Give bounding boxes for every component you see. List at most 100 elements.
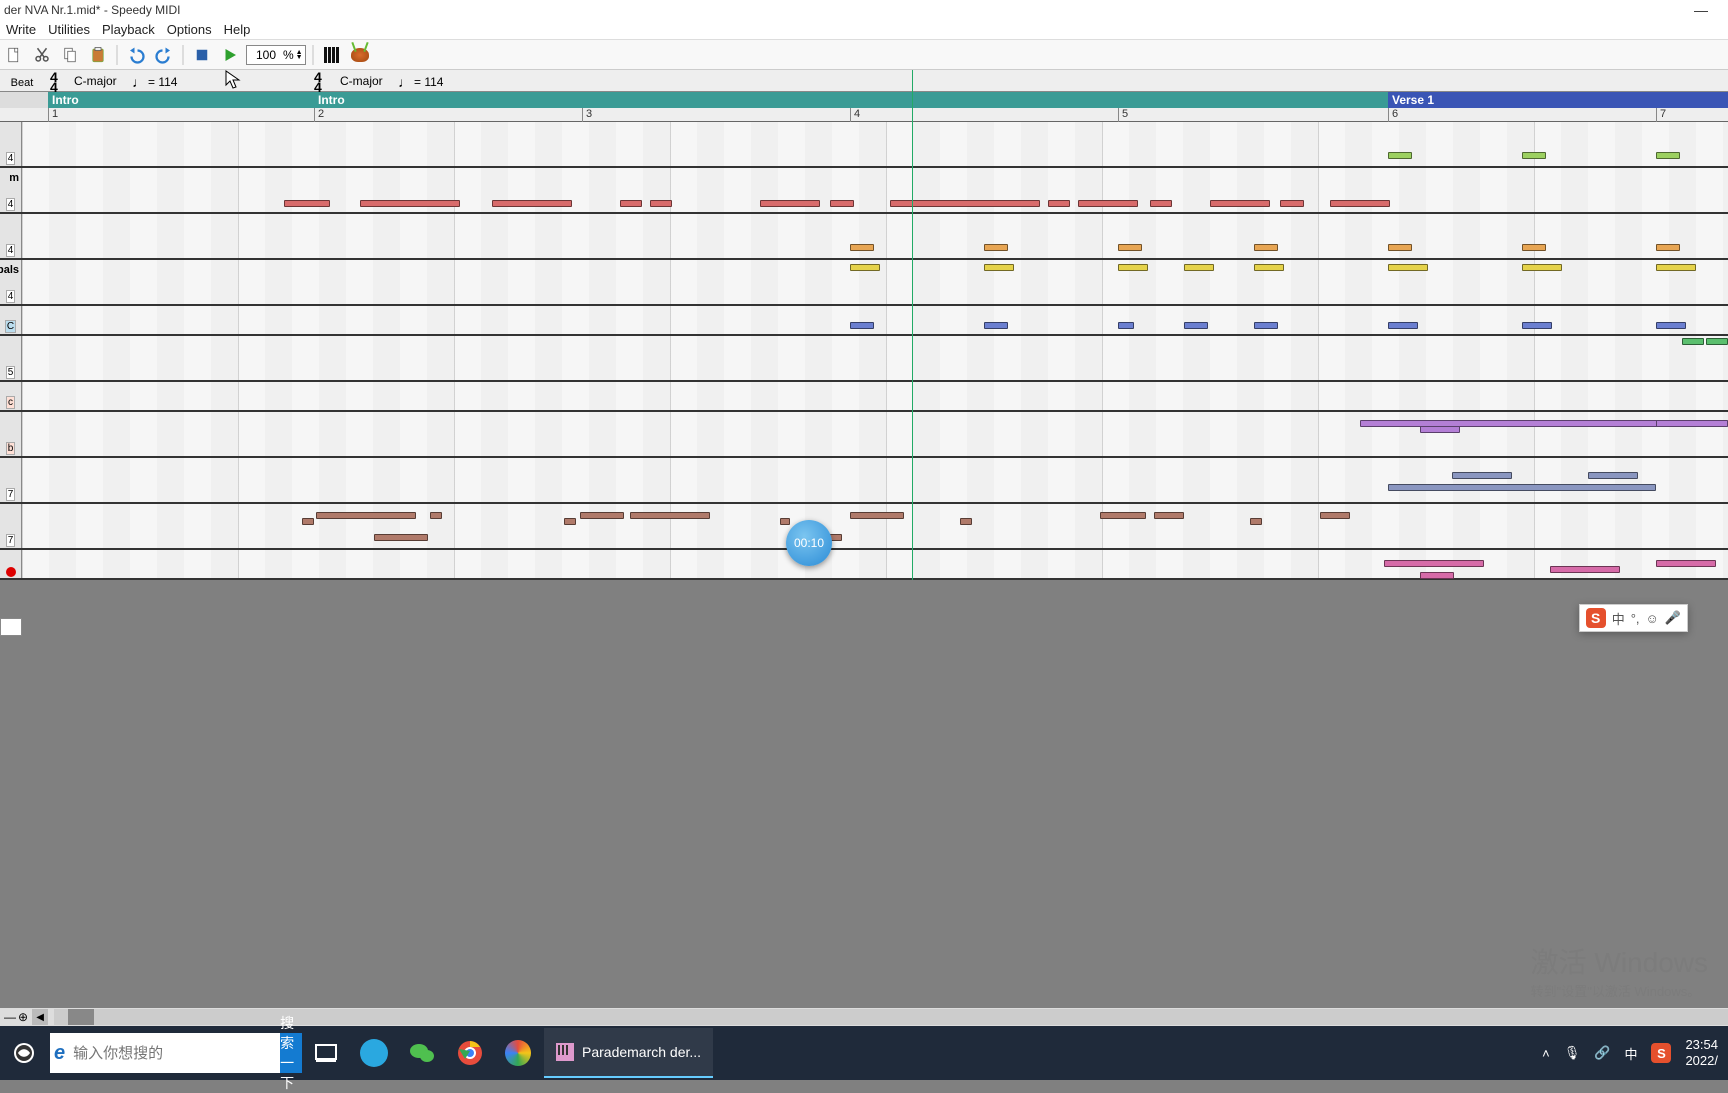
playhead[interactable] bbox=[912, 70, 913, 580]
midi-note[interactable] bbox=[1588, 472, 1638, 479]
midi-note[interactable] bbox=[850, 244, 874, 251]
track-body[interactable] bbox=[22, 122, 1728, 166]
midi-note[interactable] bbox=[1522, 322, 1552, 329]
midi-note[interactable] bbox=[1210, 200, 1270, 207]
track-body[interactable] bbox=[22, 214, 1728, 258]
time-signature[interactable]: 44 bbox=[314, 72, 322, 92]
midi-note[interactable] bbox=[1452, 472, 1512, 479]
key-signature[interactable]: C-major bbox=[340, 74, 383, 88]
track-body[interactable] bbox=[22, 260, 1728, 304]
track-row[interactable]: C bbox=[0, 306, 1728, 336]
bar-number[interactable]: 7 bbox=[1656, 108, 1666, 122]
bar-number[interactable]: 5 bbox=[1118, 108, 1128, 122]
ime-toolbar[interactable]: S 中 °, ☺ 🎤 bbox=[1579, 604, 1688, 632]
track-body[interactable] bbox=[22, 336, 1728, 380]
system-tray[interactable]: ˄ 🎙 🔗 中 S 23:54 2022/ bbox=[1542, 1037, 1728, 1069]
midi-note[interactable] bbox=[1184, 322, 1208, 329]
midi-note[interactable] bbox=[1100, 512, 1146, 519]
zoom-in-icon[interactable]: ⊕ bbox=[18, 1010, 28, 1024]
midi-note[interactable] bbox=[1388, 264, 1428, 271]
midi-note[interactable] bbox=[850, 512, 904, 519]
search-input[interactable] bbox=[65, 1035, 280, 1071]
bar-number[interactable]: 2 bbox=[314, 108, 324, 122]
track-header[interactable]: c bbox=[0, 382, 22, 410]
track-header[interactable]: b bbox=[0, 412, 22, 456]
midi-note[interactable] bbox=[492, 200, 572, 207]
track-body[interactable] bbox=[22, 306, 1728, 334]
track-header[interactable]: C bbox=[0, 306, 22, 334]
midi-note[interactable] bbox=[1388, 484, 1656, 491]
tray-chevron-icon[interactable]: ˄ bbox=[1542, 1046, 1550, 1061]
time-signature[interactable]: 44 bbox=[50, 72, 58, 92]
midi-note[interactable] bbox=[850, 322, 874, 329]
midi-note[interactable] bbox=[1522, 264, 1562, 271]
bar-number[interactable]: 6 bbox=[1388, 108, 1398, 122]
menu-options[interactable]: Options bbox=[167, 22, 212, 37]
tray-link-icon[interactable]: 🔗 bbox=[1594, 1045, 1610, 1061]
app-4[interactable] bbox=[494, 1026, 542, 1080]
scroll-thumb[interactable] bbox=[68, 1009, 94, 1025]
midi-note[interactable] bbox=[564, 518, 576, 525]
midi-note[interactable] bbox=[984, 322, 1008, 329]
menu-help[interactable]: Help bbox=[224, 22, 251, 37]
midi-note[interactable] bbox=[1320, 512, 1350, 519]
track-row[interactable]: m4 bbox=[0, 168, 1728, 214]
clock[interactable]: 23:54 2022/ bbox=[1685, 1037, 1718, 1069]
undo-button[interactable] bbox=[124, 43, 148, 67]
track-body[interactable] bbox=[22, 168, 1728, 212]
midi-note[interactable] bbox=[580, 512, 624, 519]
midi-note[interactable] bbox=[780, 518, 790, 525]
midi-note[interactable] bbox=[1154, 512, 1184, 519]
track-row[interactable]: 7 bbox=[0, 504, 1728, 550]
midi-note[interactable] bbox=[1048, 200, 1070, 207]
midi-note[interactable] bbox=[1254, 264, 1284, 271]
key-signature[interactable]: C-major bbox=[74, 74, 117, 88]
midi-note[interactable] bbox=[1522, 152, 1546, 159]
midi-note[interactable] bbox=[1420, 426, 1460, 433]
app-wechat[interactable] bbox=[398, 1026, 446, 1080]
track-header[interactable]: 7 bbox=[0, 504, 22, 548]
ime-punct[interactable]: °, bbox=[1631, 611, 1640, 626]
bars-row[interactable]: 1234567 bbox=[0, 108, 1728, 122]
drum-button[interactable] bbox=[348, 43, 372, 67]
midi-note[interactable] bbox=[1522, 244, 1546, 251]
track-row[interactable]: 7 bbox=[0, 458, 1728, 504]
start-button[interactable] bbox=[0, 1026, 48, 1080]
midi-note[interactable] bbox=[360, 200, 460, 207]
midi-note[interactable] bbox=[1254, 244, 1278, 251]
search-button[interactable]: 搜索一下 bbox=[280, 1033, 302, 1073]
ime-emoji[interactable]: ☺ bbox=[1646, 611, 1659, 626]
sogou-icon[interactable]: S bbox=[1586, 608, 1606, 628]
midi-note[interactable] bbox=[1656, 244, 1680, 251]
track-row[interactable]: b bbox=[0, 412, 1728, 458]
menu-write[interactable]: Write bbox=[6, 22, 36, 37]
scroll-left-arrow[interactable]: ◀ bbox=[32, 1009, 48, 1025]
paste-button[interactable] bbox=[86, 43, 110, 67]
midi-note[interactable] bbox=[650, 200, 672, 207]
task-view-button[interactable] bbox=[302, 1026, 350, 1080]
midi-note[interactable] bbox=[1656, 152, 1680, 159]
zoom-spinner[interactable]: % ▲▼ bbox=[246, 45, 306, 65]
track-body[interactable] bbox=[22, 504, 1728, 548]
midi-note[interactable] bbox=[1550, 566, 1620, 573]
track-header[interactable] bbox=[0, 550, 22, 578]
midi-note[interactable] bbox=[316, 512, 416, 519]
midi-note[interactable] bbox=[1388, 322, 1418, 329]
menu-playback[interactable]: Playback bbox=[102, 22, 155, 37]
track-header[interactable]: 5 bbox=[0, 336, 22, 380]
taskbar-search[interactable]: e 搜索一下 bbox=[50, 1033, 302, 1073]
midi-note[interactable] bbox=[1388, 152, 1412, 159]
midi-note[interactable] bbox=[620, 200, 642, 207]
new-button[interactable] bbox=[2, 43, 26, 67]
tray-lang[interactable]: 中 bbox=[1624, 1044, 1637, 1063]
midi-note[interactable] bbox=[1330, 200, 1390, 207]
track-body[interactable] bbox=[22, 458, 1728, 502]
track-body[interactable] bbox=[22, 382, 1728, 410]
midi-note[interactable] bbox=[1078, 200, 1138, 207]
tray-mic-icon[interactable]: 🎙 bbox=[1564, 1045, 1581, 1061]
taskbar[interactable]: e 搜索一下 Parademarch der... ˄ 🎙 🔗 中 S 23:5… bbox=[0, 1026, 1728, 1080]
midi-note[interactable] bbox=[1118, 322, 1134, 329]
midi-note[interactable] bbox=[984, 264, 1014, 271]
midi-note[interactable] bbox=[984, 244, 1008, 251]
midi-note[interactable] bbox=[374, 534, 428, 541]
